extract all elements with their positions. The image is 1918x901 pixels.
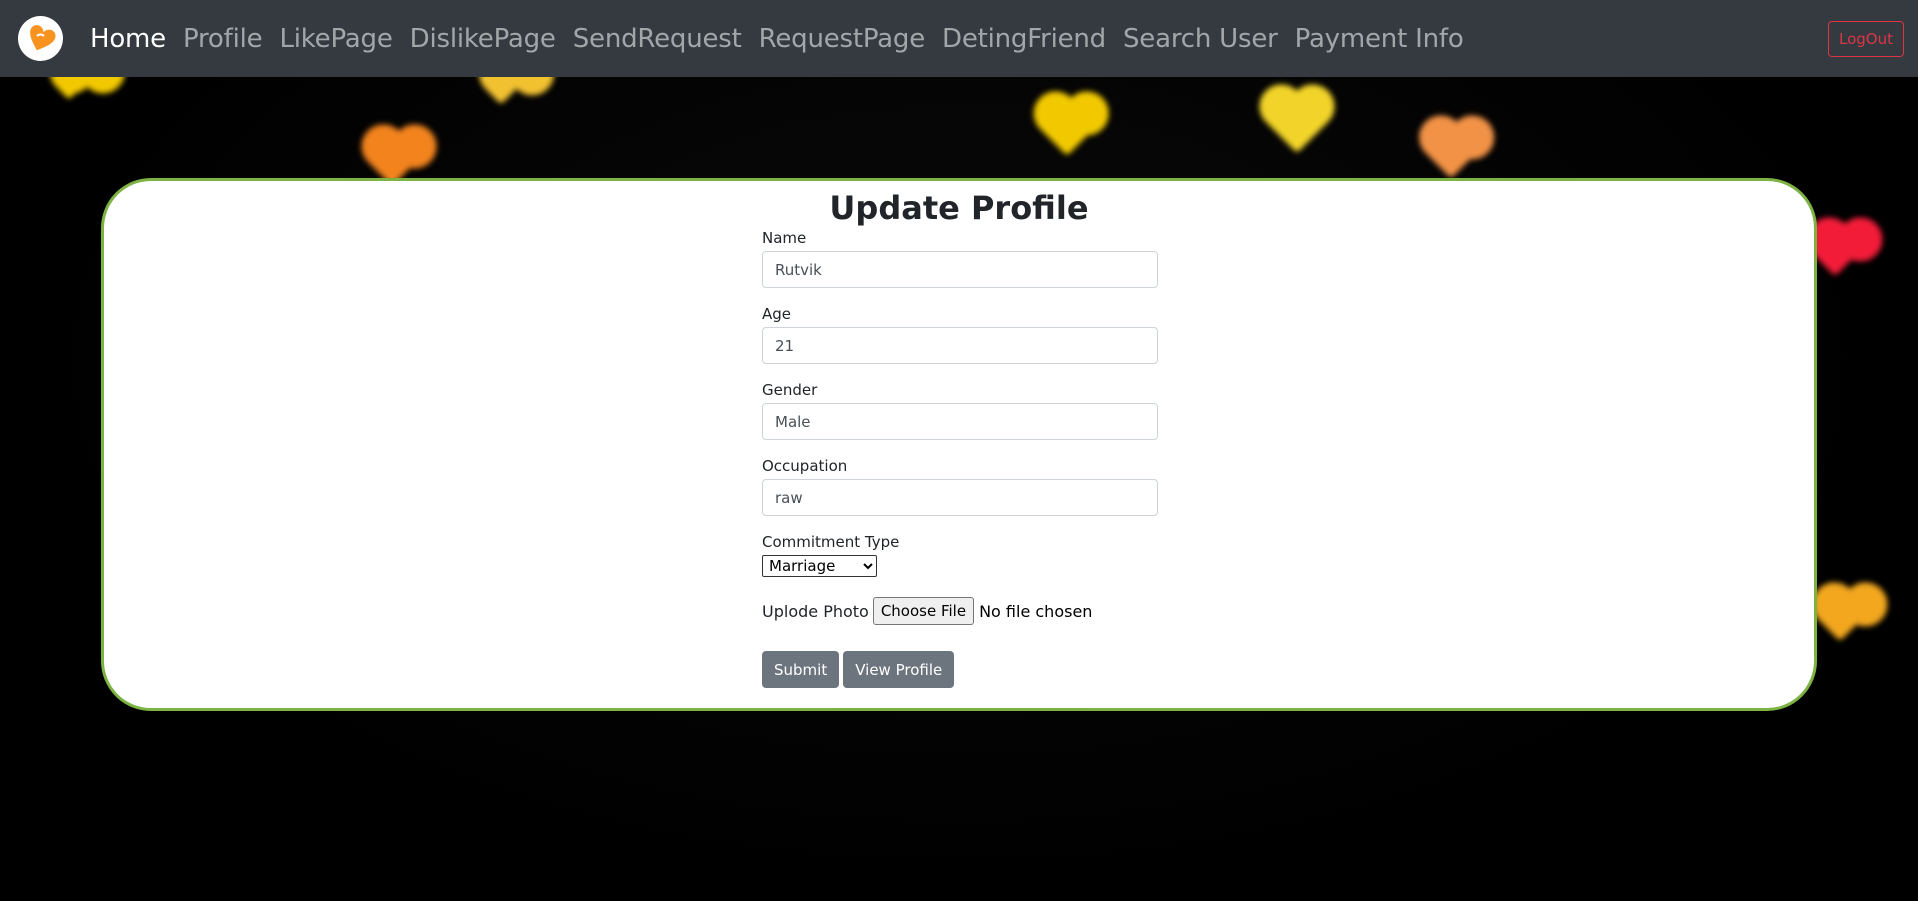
nav-item-profile[interactable]: Profile — [183, 24, 263, 54]
update-profile-form: Name Age Gender Occupation Commitment Ty… — [762, 229, 1162, 688]
heart-logo-icon[interactable] — [18, 16, 63, 61]
heart-decoration — [485, 73, 517, 105]
heart-decoration — [56, 74, 82, 100]
choose-file-button[interactable]: Choose File — [872, 597, 975, 625]
heart-decoration — [1425, 127, 1477, 179]
commitment-type-select[interactable]: Marriage — [762, 555, 877, 577]
submit-button[interactable]: Submit — [762, 651, 840, 688]
photo-upload-row: Uplode Photo Choose File No file chosen — [762, 597, 1162, 625]
nav-links: Home Profile LikePage DislikePage SendRe… — [90, 0, 1481, 77]
heart-decoration — [1818, 598, 1862, 642]
nav-item-requestpage[interactable]: RequestPage — [759, 24, 926, 54]
update-profile-card: Update Profile Name Age Gender Occupatio… — [101, 178, 1817, 711]
nav-item-home[interactable]: Home — [90, 24, 166, 54]
commitment-type-label: Commitment Type — [762, 533, 900, 551]
name-input[interactable] — [762, 251, 1158, 288]
occupation-label: Occupation — [762, 457, 848, 475]
nav-item-likepage[interactable]: LikePage — [279, 24, 392, 54]
gender-label: Gender — [762, 381, 818, 399]
logout-button[interactable]: LogOut — [1828, 21, 1904, 57]
heart-decoration — [1040, 102, 1094, 156]
gender-input[interactable] — [762, 403, 1158, 440]
form-actions: Submit View Profile — [762, 651, 1162, 688]
nav-item-search-user[interactable]: Search User — [1123, 24, 1278, 54]
nav-item-payment-info[interactable]: Payment Info — [1295, 24, 1464, 54]
occupation-field-group: Occupation — [762, 457, 1162, 516]
file-status-text: No file chosen — [979, 601, 1093, 621]
view-profile-button[interactable]: View Profile — [843, 651, 955, 688]
commitment-field-group: Commitment Type Marriage — [762, 533, 1162, 577]
age-field-group: Age — [762, 305, 1162, 364]
nav-item-detingfriend[interactable]: DetingFriend — [942, 24, 1106, 54]
age-input[interactable] — [762, 327, 1158, 364]
gender-field-group: Gender — [762, 381, 1162, 440]
name-label: Name — [762, 229, 807, 247]
page-title: Update Profile — [829, 189, 1089, 227]
upload-photo-label: Uplode Photo — [762, 601, 869, 621]
top-navbar: Home Profile LikePage DislikePage SendRe… — [0, 0, 1918, 77]
heart-decoration — [1813, 233, 1857, 277]
nav-item-sendrequest[interactable]: SendRequest — [573, 24, 742, 54]
name-field-group: Name — [762, 229, 1162, 288]
occupation-input[interactable] — [762, 479, 1158, 516]
age-label: Age — [762, 305, 792, 323]
nav-item-dislikepage[interactable]: DislikePage — [410, 24, 556, 54]
heart-decoration — [1265, 90, 1329, 154]
